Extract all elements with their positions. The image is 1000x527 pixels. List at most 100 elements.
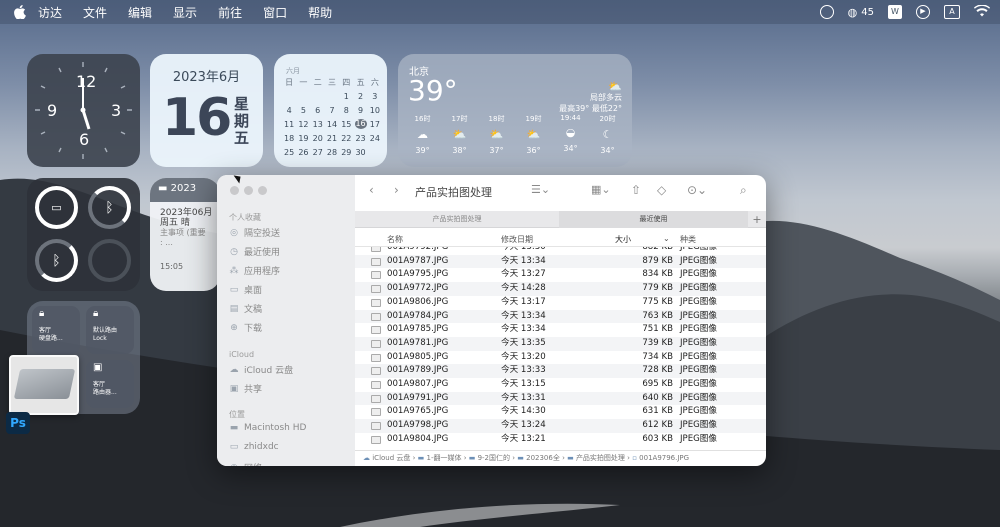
sidebar-item[interactable]: ☁ iCloud 云盘 [229,363,294,377]
input-method-icon[interactable]: A [944,5,960,19]
calendar-day[interactable]: 17 [368,120,382,130]
calendar-day[interactable] [311,92,325,102]
sidebar-item[interactable]: ▭ 桌面 [229,283,262,297]
wifi-icon[interactable] [974,3,990,20]
calendar-day[interactable]: 22 [339,134,353,144]
file-row[interactable]: 001A9785.JPG 今天 13:34 751 KB JPEG图像 [355,323,766,337]
sidebar-item[interactable]: ▬ Macintosh HD [229,423,307,433]
shortcut-default-router[interactable]: 🔒︎ 默认路由 Lock [86,306,134,354]
column-date[interactable]: 修改日期 [501,234,533,245]
back-icon[interactable]: ‹ [369,183,374,197]
tab-recent[interactable]: 最近使用 [559,211,748,228]
menu-help[interactable]: 帮助 [308,4,332,21]
file-row[interactable]: 001A9787.JPG 今天 13:34 879 KB JPEG图像 [355,254,766,269]
column-size[interactable]: 大小 [615,234,631,245]
menu-window[interactable]: 窗口 [263,4,287,21]
calendar-day[interactable]: 4 [282,106,296,116]
calendar-day[interactable]: 28 [325,148,339,158]
calendar-day[interactable]: 30 [353,148,367,158]
calendar-day-today[interactable]: 16 [354,119,367,129]
sidebar-item[interactable]: ⊕ 下载 [229,321,262,335]
menu-go[interactable]: 前往 [218,4,242,21]
grid-view-icon[interactable]: ▦⌄ [591,183,611,196]
calendar-day[interactable]: 12 [296,120,310,130]
menu-edit[interactable]: 编辑 [128,4,152,21]
clock-widget[interactable]: 12 3 6 9 [27,54,140,167]
calendar-day[interactable]: 24 [368,134,382,144]
sidebar-item[interactable]: ▭ zhidxdc [229,442,279,452]
calendar-day[interactable]: 29 [339,148,353,158]
calendar-day[interactable]: 3 [368,92,382,102]
calendar-day[interactable] [282,92,296,102]
sidebar-item[interactable]: ◎ 隔空投送 [229,226,280,240]
calendar-day[interactable]: 25 [282,148,296,158]
dragged-file-thumbnail[interactable] [9,355,79,415]
file-row[interactable]: 001A9798.JPG 今天 13:24 612 KB JPEG图像 [355,419,766,433]
file-row[interactable]: 001A9807.JPG 今天 13:15 695 KB JPEG图像 [355,378,766,392]
sidebar-item[interactable]: ⁂ 应用程序 [229,264,281,278]
shortcut-living-room-router[interactable]: ▣ 客厅 路由器... [86,360,134,408]
tag-icon[interactable]: ◇ [657,183,666,197]
calendar-day[interactable] [368,148,382,158]
calendar-day[interactable]: 18 [282,134,296,144]
date-widget[interactable]: 2023年6月 16 星期五 [150,54,263,167]
forward-icon[interactable]: › [394,183,399,197]
calendar-day[interactable]: 14 [325,120,339,130]
notes-widget[interactable]: ▬ 2023 2023年06月 周五 晴 主事项 (重要 : ... 15:05 [150,178,220,291]
calendar-day[interactable]: 11 [282,120,296,130]
list-view-icon[interactable]: ☰⌄ [531,183,550,196]
file-row[interactable]: 001A9772.JPG 今天 14:28 779 KB JPEG图像 [355,282,766,296]
menu-finder[interactable]: 访达 [38,4,62,21]
calendar-day[interactable] [296,92,310,102]
calendar-day[interactable]: 15 [339,120,353,130]
calendar-day[interactable]: 23 [353,134,367,144]
tab-product-photos[interactable]: 产品实拍图处理 [355,211,559,228]
calendar-day[interactable]: 5 [296,106,310,116]
calendar-day[interactable]: 10 [368,106,382,116]
sidebar-item[interactable]: ◷ 最近使用 [229,245,280,259]
file-row[interactable]: 001A9805.JPG 今天 13:20 734 KB JPEG图像 [355,351,766,365]
path-item[interactable]: 1-翻一媒体 [427,454,462,462]
sidebar-item[interactable]: ▣ 共享 [229,382,262,396]
path-item[interactable]: iCloud 云盘 [372,454,410,462]
calendar-day[interactable]: 8 [339,106,353,116]
file-row[interactable]: 001A9795.JPG 今天 13:27 834 KB JPEG图像 [355,268,766,282]
apple-icon[interactable] [12,4,28,20]
path-item[interactable]: 202306全 [526,454,560,462]
path-item[interactable]: 产品实拍图处理 [576,454,625,462]
w-icon[interactable]: W [888,5,902,19]
menu-file[interactable]: 文件 [83,4,107,21]
calendar-widget[interactable]: 六月 日一二三四五六 1 2 3 4 5 6 7 8 9 10 11 12 13 14 15 16 17 18 19 2… [274,54,387,167]
zoom-button[interactable] [258,186,267,195]
weather-widget[interactable]: 北京 39° ⛅ 局部多云 最高39° 最低22° 16时 ☁ 39° 17时 ⛅ 38°… [398,54,632,167]
shortcut-living-room-disk[interactable]: 🔒︎ 客厅 硬盘路... [32,306,80,354]
path-item[interactable]: 9-2国仁的 [478,454,510,462]
share-icon[interactable]: ⇧ [631,183,641,197]
file-row[interactable]: 001A9804.JPG 今天 13:21 603 KB JPEG图像 [355,433,766,447]
path-item[interactable]: 001A9796.JPG [639,454,689,462]
calendar-day[interactable]: 21 [325,134,339,144]
file-row[interactable]: 001A9765.JPG 今天 14:30 631 KB JPEG图像 [355,405,766,419]
file-row[interactable]: 001A9784.JPG 今天 13:34 763 KB JPEG图像 [355,309,766,324]
calendar-day[interactable]: 7 [325,106,339,116]
calendar-day[interactable] [325,92,339,102]
calendar-day[interactable]: 20 [311,134,325,144]
wechat-icon[interactable]: ◍ [848,6,858,19]
calendar-day[interactable]: 6 [311,106,325,116]
file-row[interactable]: 001A9781.JPG 今天 13:35 739 KB JPEG图像 [355,336,766,351]
file-row[interactable]: 001A9789.JPG 今天 13:33 728 KB JPEG图像 [355,364,766,378]
file-row[interactable]: 001A9792.JPG 今天 13:30 882 KB JPEG图像 [355,247,766,255]
sidebar-item[interactable]: ▤ 文稿 [229,302,262,316]
calendar-day[interactable]: 9 [353,106,367,116]
calendar-day[interactable]: 2 [353,92,367,102]
more-icon[interactable]: ⊙⌄ [687,183,707,197]
file-row[interactable]: 001A9791.JPG 今天 13:31 640 KB JPEG图像 [355,391,766,406]
calendar-day[interactable]: 19 [296,134,310,144]
search-icon[interactable]: ⌕ [740,183,747,198]
record-icon[interactable] [819,5,834,19]
photoshop-icon[interactable]: Ps [6,412,30,434]
calendar-day[interactable]: 26 [296,148,310,158]
minimize-button[interactable] [244,186,253,195]
battery-widget[interactable]: ▭ ᛒ ᛒ [27,178,140,291]
sidebar-item[interactable]: ◉ 网络 [229,461,262,467]
